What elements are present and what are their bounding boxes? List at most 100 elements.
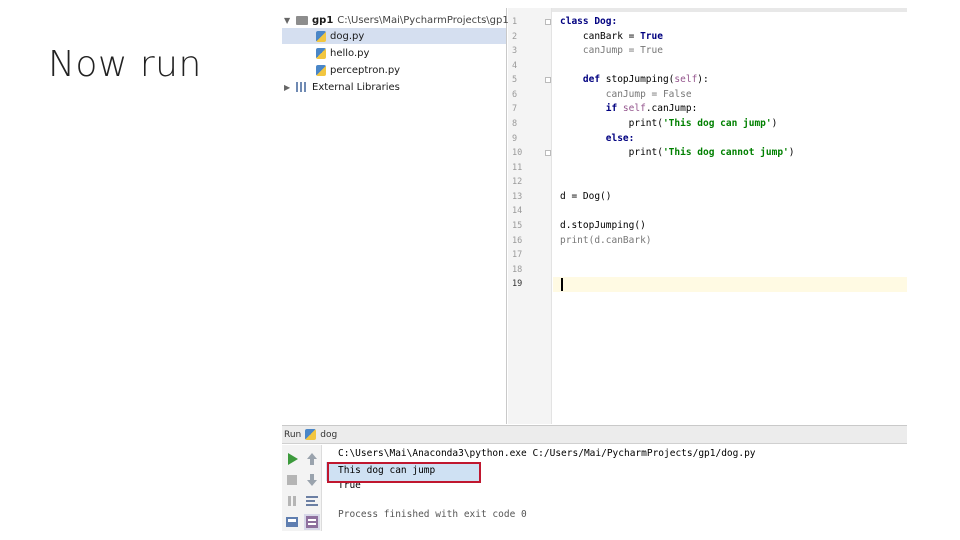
code-text: class Dog:	[560, 16, 618, 27]
code-line-5: def stopJumping(self):	[560, 73, 709, 87]
folder-icon	[296, 15, 308, 25]
fold-toggle-icon[interactable]	[545, 77, 551, 83]
fold-toggle-icon[interactable]	[545, 19, 551, 25]
code-line-3: canJump = True	[560, 44, 663, 58]
code-self: self	[674, 74, 698, 85]
file-name: dog.py	[330, 30, 365, 42]
code-text: canJump =	[560, 89, 663, 100]
code-text: print(	[560, 147, 663, 158]
external-libraries-label: External Libraries	[312, 81, 400, 93]
line-number: 10	[512, 148, 523, 158]
rerun-button[interactable]	[284, 451, 300, 467]
line-number: 18	[512, 265, 523, 275]
stop-button[interactable]	[284, 472, 300, 488]
line-number: 3	[512, 46, 518, 56]
editor-tab-strip	[508, 8, 907, 12]
code-text: d.stopJumping()	[560, 220, 646, 231]
code-text: canJump =	[560, 45, 641, 56]
text-caret	[561, 278, 563, 291]
code-text: canBark =	[560, 31, 641, 42]
code-text: ):	[697, 74, 709, 85]
output-highlight-box	[327, 462, 481, 483]
code-line-8: print('This dog can jump')	[560, 117, 778, 131]
python-file-icon	[316, 64, 326, 76]
tree-file-hello[interactable]: hello.py	[316, 45, 369, 61]
restore-layout-button[interactable]	[284, 514, 300, 530]
line-number: 19	[512, 279, 523, 289]
current-line-highlight	[553, 277, 907, 292]
file-name: hello.py	[330, 47, 370, 59]
line-number: 14	[512, 206, 523, 216]
slide-title: Now run	[48, 44, 202, 85]
line-number: 5	[512, 75, 518, 85]
code-text: print(d.canBark)	[560, 235, 652, 246]
line-number: 15	[512, 221, 523, 231]
run-tool-window: Run dog C:\Users\Mai\Anaconda3\python.ex…	[282, 425, 907, 531]
line-number: 11	[512, 163, 523, 173]
print-button[interactable]	[304, 514, 320, 530]
line-number: 16	[512, 236, 523, 246]
code-string: 'This dog cannot jump'	[662, 147, 789, 158]
print-icon	[306, 516, 318, 528]
pause-button[interactable]	[284, 493, 300, 509]
code-line-10: print('This dog cannot jump')	[560, 146, 795, 160]
project-root-path: C:\Users\Mai\PycharmProjects\gp1	[337, 14, 509, 26]
python-file-icon	[316, 30, 326, 42]
console-exit-line: Process finished with exit code 0	[338, 509, 527, 520]
line-number: 7	[512, 104, 518, 114]
library-icon	[296, 82, 308, 92]
tree-file-perceptron[interactable]: perceptron.py	[316, 62, 400, 78]
layout-icon	[286, 517, 298, 527]
pycharm-window: ▼ gp1 C:\Users\Mai\PycharmProjects\gp1 d…	[282, 8, 907, 531]
code-keyword: else:	[560, 133, 635, 144]
expand-down-icon[interactable]: ▼	[284, 16, 296, 25]
scroll-up-button[interactable]	[304, 451, 320, 467]
project-root[interactable]: ▼ gp1 C:\Users\Mai\PycharmProjects\gp1	[284, 12, 509, 28]
stop-icon	[287, 475, 297, 485]
run-tab-dog[interactable]: dog	[320, 430, 337, 440]
scroll-down-button[interactable]	[304, 472, 320, 488]
line-number: 9	[512, 134, 518, 144]
code-editor[interactable]: 1 2 3 4 5 6 7 8 9 10 11 12 13 14 15 16 1…	[508, 8, 907, 424]
console-command-line: C:\Users\Mai\Anaconda3\python.exe C:/Use…	[338, 448, 756, 459]
line-number: 8	[512, 119, 518, 129]
wrap-icon	[306, 496, 318, 506]
tree-external-libraries[interactable]: ▶ External Libraries	[284, 79, 400, 95]
code-keyword: True	[640, 31, 663, 42]
project-root-name: gp1	[312, 14, 334, 26]
play-icon	[287, 453, 298, 465]
code-line-2: canBark = True	[560, 30, 663, 44]
line-number: 4	[512, 61, 518, 71]
tree-file-dog[interactable]: dog.py	[282, 28, 506, 44]
soft-wrap-button[interactable]	[304, 493, 320, 509]
line-number: 17	[512, 250, 523, 260]
code-text: )	[771, 118, 778, 129]
code-keyword: False	[662, 89, 692, 100]
line-number: 1	[512, 17, 518, 27]
code-line-7: if self.canJump:	[560, 102, 698, 116]
code-text: stopJumping(	[605, 74, 675, 85]
fold-toggle-icon[interactable]	[545, 150, 551, 156]
line-number: 2	[512, 32, 518, 42]
pause-icon	[288, 496, 296, 506]
code-string: 'This dog can jump'	[662, 118, 772, 129]
arrow-up-icon	[307, 453, 317, 465]
code-text: )	[788, 147, 795, 158]
code-line-13: d = Dog()	[560, 190, 611, 204]
run-toolbar	[282, 445, 322, 531]
file-name: perceptron.py	[330, 64, 401, 76]
code-self: self	[622, 103, 646, 114]
run-label: Run	[284, 429, 302, 440]
code-line-6: canJump = False	[560, 88, 692, 102]
python-file-icon	[316, 47, 326, 59]
code-keyword: def	[560, 74, 606, 85]
code-keyword: True	[640, 45, 663, 56]
code-text: d = Dog()	[560, 191, 612, 202]
code-line-16: print(d.canBark)	[560, 234, 652, 248]
project-tree: ▼ gp1 C:\Users\Mai\PycharmProjects\gp1 d…	[282, 8, 509, 424]
code-line-15: d.stopJumping()	[560, 219, 646, 233]
expand-right-icon[interactable]: ▶	[284, 83, 296, 92]
line-number: 12	[512, 177, 523, 187]
python-file-icon	[305, 429, 317, 440]
code-line-9: else:	[560, 132, 635, 146]
